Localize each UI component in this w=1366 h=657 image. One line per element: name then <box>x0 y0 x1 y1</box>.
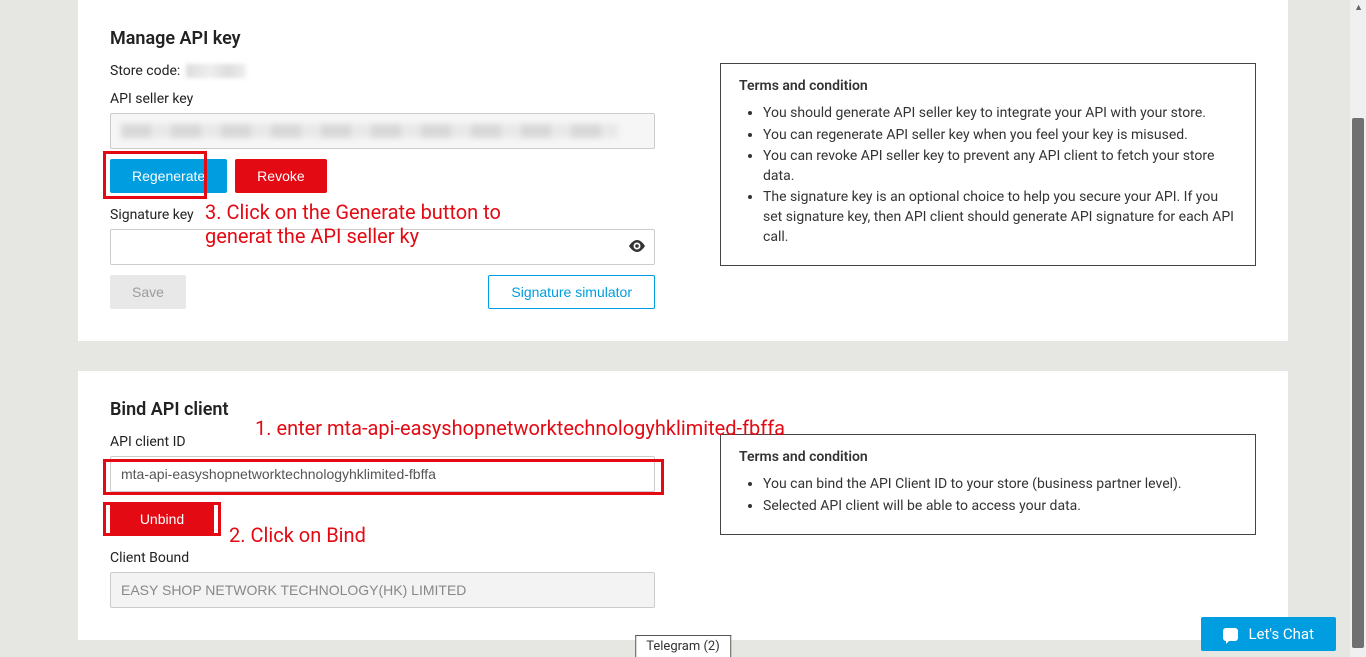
store-code-value <box>186 64 246 78</box>
client-bound-field <box>110 572 655 608</box>
terms-box-2: Terms and condition You can bind the API… <box>720 434 1256 535</box>
terms-title: Terms and condition <box>739 78 1237 94</box>
terms-item: Selected API client will be able to acce… <box>763 497 1237 517</box>
section-title: Manage API key <box>110 28 1256 49</box>
scrollbar-track[interactable]: ▲ <box>1350 0 1366 657</box>
terms-item: You should generate API seller key to in… <box>763 104 1237 124</box>
regenerate-button[interactable]: Regenerate <box>110 159 227 193</box>
terms-box-1: Terms and condition You should generate … <box>720 63 1256 266</box>
save-button: Save <box>110 275 186 309</box>
api-seller-key-field <box>110 113 655 149</box>
annotation-text-3b: generat the API seller ky <box>205 224 419 248</box>
api-key-button-row: Regenerate Revoke <box>110 159 655 193</box>
annotation-text-3a: 3. Click on the Generate button to <box>205 200 501 224</box>
terms-item: You can bind the API Client ID to your s… <box>763 475 1237 495</box>
signature-simulator-button[interactable]: Signature simulator <box>488 275 655 309</box>
terms-item: The signature key is an optional choice … <box>763 188 1237 247</box>
store-code-row: Store code: <box>110 63 655 79</box>
annotation-text-1: 1. enter mta-api-easyshopnetworktechnolo… <box>255 416 785 440</box>
terms-title: Terms and condition <box>739 449 1237 465</box>
annotation-text-2: 2. Click on Bind <box>229 523 366 547</box>
telegram-tab[interactable]: Telegram (2) <box>635 635 731 657</box>
terms-item: You can regenerate API seller key when y… <box>763 126 1237 146</box>
api-client-id-input[interactable] <box>110 456 655 492</box>
chat-label: Let's Chat <box>1248 625 1314 643</box>
unbind-button[interactable]: Unbind <box>110 502 214 536</box>
manage-api-key-panel: Manage API key Store code: API seller ke… <box>78 0 1288 341</box>
revoke-button[interactable]: Revoke <box>235 159 326 193</box>
scroll-up-icon[interactable]: ▲ <box>1354 2 1363 13</box>
chat-icon <box>1223 628 1238 641</box>
client-bound-label: Client Bound <box>110 550 655 566</box>
eye-icon[interactable] <box>629 238 645 256</box>
bind-api-client-panel: Bind API client API client ID Unbind Cli… <box>78 371 1288 640</box>
scrollbar-thumb[interactable] <box>1352 118 1364 648</box>
api-seller-key-label: API seller key <box>110 91 655 107</box>
terms-item: You can revoke API seller key to prevent… <box>763 147 1237 186</box>
store-code-label: Store code: <box>110 63 180 79</box>
lets-chat-button[interactable]: Let's Chat <box>1201 617 1336 651</box>
